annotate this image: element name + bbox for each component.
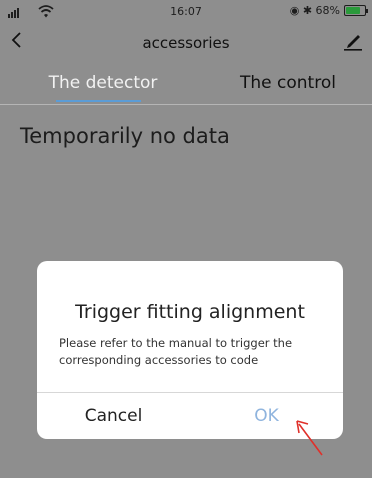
empty-state-text: Temporarily no data xyxy=(20,124,230,148)
edit-icon[interactable] xyxy=(342,33,364,51)
dialog-title: Trigger fitting alignment xyxy=(75,301,305,323)
page-title: accessories xyxy=(142,34,230,52)
tab-control[interactable]: The control xyxy=(228,73,348,93)
status-bar: 16:07 ◉ ✱ 68% xyxy=(0,0,372,22)
cancel-button[interactable]: Cancel xyxy=(37,393,190,439)
battery-text: ◉ ✱ 68% xyxy=(289,4,340,17)
battery-icon xyxy=(344,5,368,16)
tab-divider xyxy=(0,104,372,105)
active-tab-indicator xyxy=(56,100,141,102)
nav-bar: accessories xyxy=(0,22,372,64)
tab-bar: The detector The control xyxy=(0,64,372,104)
tab-detector[interactable]: The detector xyxy=(40,73,166,93)
dialog-message: Please refer to the manual to trigger th… xyxy=(59,336,293,367)
status-right: ◉ ✱ 68% xyxy=(289,4,368,17)
pointer-arrow-icon xyxy=(296,420,323,456)
alert-dialog: Trigger fitting alignment Please refer t… xyxy=(37,261,343,439)
